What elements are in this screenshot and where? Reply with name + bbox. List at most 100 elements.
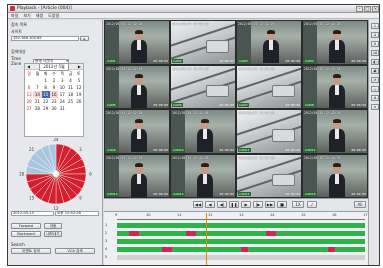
camera-tile[interactable]: 2012/05/15 12:42:28 CAM1 00:00:00 — [105, 21, 169, 64]
weekday-header: 수 — [52, 70, 56, 76]
calendar-day[interactable]: 12 — [75, 84, 83, 91]
site-field[interactable]: 192.168.100.85 — [11, 36, 79, 41]
camera-tile[interactable]: 2012/05/15 12:42:28 CAM9 00:00:00 — [105, 110, 169, 153]
calendar-day[interactable]: 26 — [75, 98, 83, 105]
layout-button[interactable]: 4 — [371, 32, 379, 38]
calendar-day[interactable]: 17 — [58, 91, 66, 98]
maximize-button[interactable]: □ — [364, 5, 371, 12]
menu-view[interactable]: 보기 — [23, 13, 30, 19]
timeline-track[interactable] — [117, 247, 365, 252]
minimize-button[interactable]: – — [356, 5, 363, 12]
calendar-day[interactable]: 29 — [42, 105, 50, 112]
calendar-day[interactable]: 27 — [25, 105, 33, 112]
calendar-day[interactable]: 5 — [75, 77, 83, 84]
site-connect-button[interactable]: ▸ — [80, 36, 89, 41]
stop-button[interactable]: ■ — [277, 201, 287, 208]
calendar-day[interactable]: 6 — [25, 84, 33, 91]
event-search-button[interactable]: 이벤트 검색 — [11, 248, 51, 254]
calendar-day[interactable]: 2 — [50, 77, 58, 84]
site-label: 사이트 — [11, 29, 23, 34]
calendar-day[interactable]: 16 — [49, 91, 59, 98]
camera-tile[interactable]: 2012/05/15 12:42:28 CAM3 00:00:00 — [237, 21, 301, 64]
time-wheel-chart[interactable]: 24 3 6 9 12 15 18 21 — [16, 138, 96, 210]
layout-button[interactable]: ✕ — [371, 104, 379, 110]
pause-button[interactable]: ❚❚ — [229, 201, 239, 208]
calendar-day[interactable]: 31 — [58, 105, 66, 112]
calendar-day[interactable]: 10 — [58, 84, 66, 91]
menu-file[interactable]: 파일 — [11, 13, 18, 19]
timeline-cursor[interactable] — [206, 213, 208, 265]
calendar-day[interactable]: 3 — [58, 77, 66, 84]
camera-tile[interactable]: 2012/05/15 12:42:28 CAM4 00:00:00 — [303, 21, 367, 64]
timeline-track[interactable] — [117, 255, 365, 260]
timeline-track[interactable] — [117, 239, 365, 244]
camera-runtime: 00:00:00 — [153, 58, 168, 63]
menu-help[interactable]: 도움말 — [48, 13, 59, 19]
calendar-day[interactable]: 21 — [33, 98, 41, 105]
speed-indicator[interactable]: 1X — [292, 201, 304, 208]
time-field[interactable]: 오후 12:42:28 — [55, 211, 99, 216]
camera-tile[interactable]: 2012/05/15 12:42:28 CAM7 00:00:00 — [237, 65, 301, 108]
fast-rewind-button[interactable]: ◀◀ — [193, 201, 203, 208]
camera-tile[interactable]: 2012/05/15 12:42:28 CAM13 00:00:00 — [105, 154, 169, 197]
calendar-day[interactable]: 23 — [50, 98, 58, 105]
calendar-day[interactable]: 28 — [33, 105, 41, 112]
fast-forward-button[interactable]: ▶▶ — [265, 201, 275, 208]
prev-month-button[interactable]: ◀ — [27, 64, 30, 69]
calendar-day[interactable]: 4 — [66, 77, 74, 84]
camera-tile[interactable]: 2012/05/15 12:42:28 CAM16 00:00:00 — [303, 154, 367, 197]
camera-tile[interactable]: 2012/05/15 12:42:28 CAM15 00:00:00 — [237, 154, 301, 197]
layout-button[interactable]: 1 — [371, 23, 379, 29]
layout-button[interactable]: ⚙ — [371, 95, 379, 101]
camera-tile[interactable]: 2012/05/15 12:42:28 CAM14 00:00:00 — [171, 154, 235, 197]
calendar-day[interactable]: 13 — [25, 91, 33, 98]
camera-tile[interactable]: 2012/05/15 12:42:28 CAM8 00:00:00 — [303, 65, 367, 108]
calendar-day[interactable]: 15 — [41, 91, 50, 98]
goto-button[interactable]: 이동 — [44, 223, 62, 229]
layout-button[interactable]: ◧ — [371, 59, 379, 65]
timeline-track[interactable] — [117, 223, 365, 228]
forward-button[interactable]: Forward — [11, 223, 41, 229]
calendar-day[interactable]: 24 — [58, 98, 66, 105]
car-shape — [272, 129, 295, 142]
camera-tile[interactable]: 2012/05/15 12:42:28 CAM12 00:00:00 — [303, 110, 367, 153]
export-button[interactable]: 내보내기 — [44, 231, 62, 237]
timeline[interactable]: 9 10 11 12 13 14 15 16 17 12345 — [104, 211, 368, 265]
calendar-day[interactable]: 8 — [42, 84, 50, 91]
step-back-button[interactable]: ◀| — [217, 201, 227, 208]
calendar-day[interactable]: 7 — [33, 84, 41, 91]
calendar-day[interactable]: 18 — [66, 91, 74, 98]
next-month-button[interactable]: ▶ — [78, 64, 81, 69]
camera-tile[interactable]: 2012/05/15 12:42:28 CAM2 00:00:00 — [171, 21, 235, 64]
calendar-day[interactable]: 11 — [66, 84, 74, 91]
calendar-day[interactable]: 30 — [50, 105, 58, 112]
camera-tile[interactable]: 2012/05/15 12:42:28 CAM10 00:00:00 — [171, 110, 235, 153]
calendar-day[interactable]: 1 — [42, 77, 50, 84]
camera-tile[interactable]: 2012/05/15 12:42:28 CAM11 00:00:00 — [237, 110, 301, 153]
camera-tile[interactable]: 2012/05/15 12:42:28 CAM6 00:00:00 — [171, 65, 235, 108]
timeline-track[interactable] — [117, 231, 365, 236]
layout-button[interactable]: ▣ — [371, 68, 379, 74]
layout-button[interactable]: ⤓ — [371, 86, 379, 92]
rewind-button[interactable]: ◀ — [205, 201, 215, 208]
calendar-day[interactable]: 19 — [75, 91, 83, 98]
vca-search-button[interactable]: VCA 검색 — [55, 248, 95, 254]
backward-button[interactable]: Backward — [11, 231, 41, 237]
calendar-day[interactable]: 25 — [66, 98, 74, 105]
layout-button[interactable]: 16 — [371, 50, 379, 56]
calendar-day[interactable]: 14 — [33, 91, 42, 98]
step-forward-button[interactable]: |▶ — [253, 201, 263, 208]
all-channels-button[interactable]: All — [354, 201, 366, 208]
camera-tile[interactable]: 2012/05/15 12:42:28 CAM5 00:00:00 — [105, 65, 169, 108]
calendar-day[interactable]: 20 — [25, 98, 33, 105]
close-button[interactable]: × — [372, 5, 379, 12]
calendar-day[interactable]: 22 — [42, 98, 50, 105]
menu-play[interactable]: 재생 — [36, 13, 43, 19]
layout-button[interactable]: ⟳ — [371, 77, 379, 83]
calendar-day[interactable]: 9 — [50, 84, 58, 91]
hour-tick: 12 — [208, 213, 213, 217]
play-button[interactable]: ▶ — [241, 201, 251, 208]
date-field[interactable]: 2012-05-15 — [11, 211, 54, 216]
layout-button[interactable]: 9 — [371, 41, 379, 47]
audio-icon[interactable]: ♪ — [307, 201, 317, 208]
